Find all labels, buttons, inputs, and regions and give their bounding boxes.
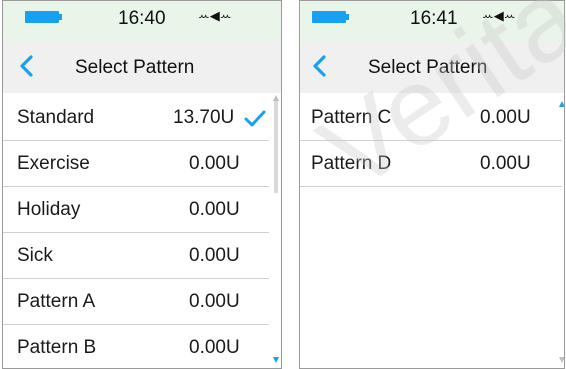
pump-screen-right: 16:41 ꕀ◀ꕀ Select Pattern Pattern C 0.00U… (299, 0, 565, 369)
list-item-label: Pattern A (17, 291, 96, 312)
list-item-value: 0.00U (480, 107, 531, 128)
list-item-pattern-a[interactable]: Pattern A 0.00U (3, 279, 269, 325)
checkmark-icon (244, 110, 266, 127)
scroll-down-icon (559, 357, 564, 363)
list-item-pattern-b[interactable]: Pattern B 0.00U (3, 325, 269, 368)
list-item-label: Pattern D (311, 153, 392, 174)
scrollbar-thumb[interactable] (274, 101, 278, 193)
page-title: Select Pattern (75, 57, 195, 78)
page-title: Select Pattern (368, 57, 488, 78)
title-bar: Select Pattern (3, 41, 281, 93)
list-item-value: 13.70U (173, 107, 235, 128)
list-item-sick[interactable]: Sick 0.00U (3, 233, 269, 279)
status-bar: 16:40 ꕀ◀ꕀ (3, 1, 281, 41)
list-item-value: 0.00U (480, 153, 531, 174)
silent-vibrate-icon: ꕀ◀ꕀ (198, 9, 232, 24)
scroll-up-icon (273, 95, 279, 101)
pattern-list: Standard 13.70U Exercise 0.00U Holiday 0… (3, 95, 281, 368)
list-item-label: Exercise (17, 153, 90, 174)
scroll-down-icon (273, 357, 279, 363)
title-bar: Select Pattern (300, 41, 564, 93)
list-item-label: Sick (17, 245, 53, 266)
list-item-holiday[interactable]: Holiday 0.00U (3, 187, 269, 233)
battery-icon (312, 11, 349, 23)
pump-screen-left: 16:40 ꕀ◀ꕀ Select Pattern Standard 13.70U… (2, 0, 282, 369)
list-item-value: 0.00U (189, 291, 240, 312)
status-time: 16:40 (118, 8, 166, 29)
back-chevron-icon[interactable] (310, 54, 330, 78)
battery-icon (25, 11, 62, 23)
pattern-list: Pattern C 0.00U Pattern D 0.00U (300, 95, 564, 187)
list-item-label: Pattern B (17, 337, 97, 358)
list-item-label: Standard (17, 107, 95, 128)
status-time: 16:41 (410, 8, 458, 29)
list-item-standard[interactable]: Standard 13.70U (3, 95, 269, 141)
silent-vibrate-icon: ꕀ◀ꕀ (482, 9, 516, 24)
back-chevron-icon[interactable] (17, 54, 37, 78)
list-item-label: Holiday (17, 199, 81, 220)
list-item-value: 0.00U (189, 245, 240, 266)
status-bar: 16:41 ꕀ◀ꕀ (300, 1, 564, 41)
list-item-pattern-d[interactable]: Pattern D 0.00U (300, 141, 562, 187)
list-item-value: 0.00U (189, 153, 240, 174)
list-item-value: 0.00U (189, 199, 240, 220)
list-item-value: 0.00U (189, 337, 240, 358)
list-item-label: Pattern C (311, 107, 392, 128)
list-item-pattern-c[interactable]: Pattern C 0.00U (300, 95, 562, 141)
scroll-up-icon (559, 101, 564, 107)
list-item-exercise[interactable]: Exercise 0.00U (3, 141, 269, 187)
